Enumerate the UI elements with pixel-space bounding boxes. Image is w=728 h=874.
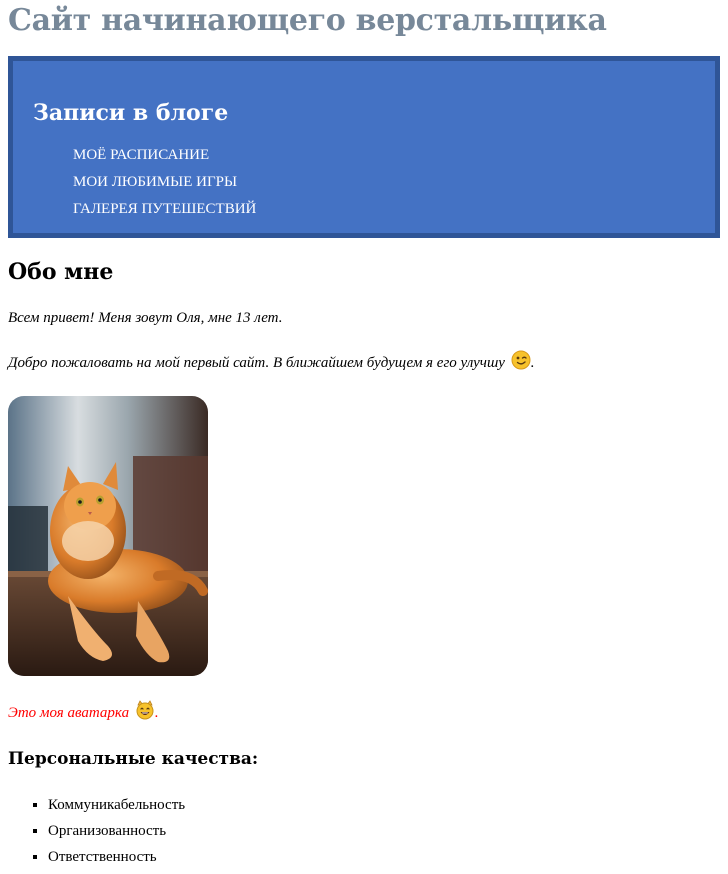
intro-text: Всем привет! Меня зовут Оля, мне 13 лет. [8,310,283,326]
site-title: Сайт начинающего верстальщика [8,3,607,38]
caption-text: Это моя аватарка [8,705,130,721]
qualities-title: Персональные качества: [8,749,259,769]
smiling-cat-icon [135,700,155,726]
list-item: Коммуникабельность [48,792,720,818]
blog-link-item: МОИ ЛЮБИМЫЕ ИГРЫ [73,168,695,195]
caption-period: . [154,705,159,721]
schedule-link[interactable]: МОЁ РАСПИСАНИЕ [73,147,209,163]
blog-nav-box: Записи в блоге МОЁ РАСПИСАНИЕ МОИ ЛЮБИМЫ… [8,56,720,238]
avatar-caption: Это моя аватарка . [8,700,720,726]
blog-links: МОЁ РАСПИСАНИЕ МОИ ЛЮБИМЫЕ ИГРЫ ГАЛЕРЕЯ … [33,141,695,222]
blog-link-item: ГАЛЕРЕЯ ПУТЕШЕСТВИЙ [73,195,695,222]
avatar-image [8,396,208,676]
welcome-period: . [530,355,535,371]
travel-gallery-link[interactable]: ГАЛЕРЕЯ ПУТЕШЕСТВИЙ [73,201,256,217]
welcome-paragraph: Добро пожаловать на мой первый сайт. В б… [8,350,720,376]
blog-link-item: МОЁ РАСПИСАНИЕ [73,141,695,168]
list-item: Организованность [48,818,720,844]
favorite-games-link[interactable]: МОИ ЛЮБИМЫЕ ИГРЫ [73,174,237,190]
page: Сайт начинающего верстальщика Записи в б… [0,0,728,870]
welcome-text: Добро пожаловать на мой первый сайт. В б… [8,355,505,371]
winking-face-icon [511,350,531,376]
list-item: Ответственность [48,844,720,870]
qualities-list: Коммуникабельность Организованность Отве… [8,792,720,870]
about-title: Обо мне [8,259,114,285]
blog-title: Записи в блоге [33,100,229,126]
